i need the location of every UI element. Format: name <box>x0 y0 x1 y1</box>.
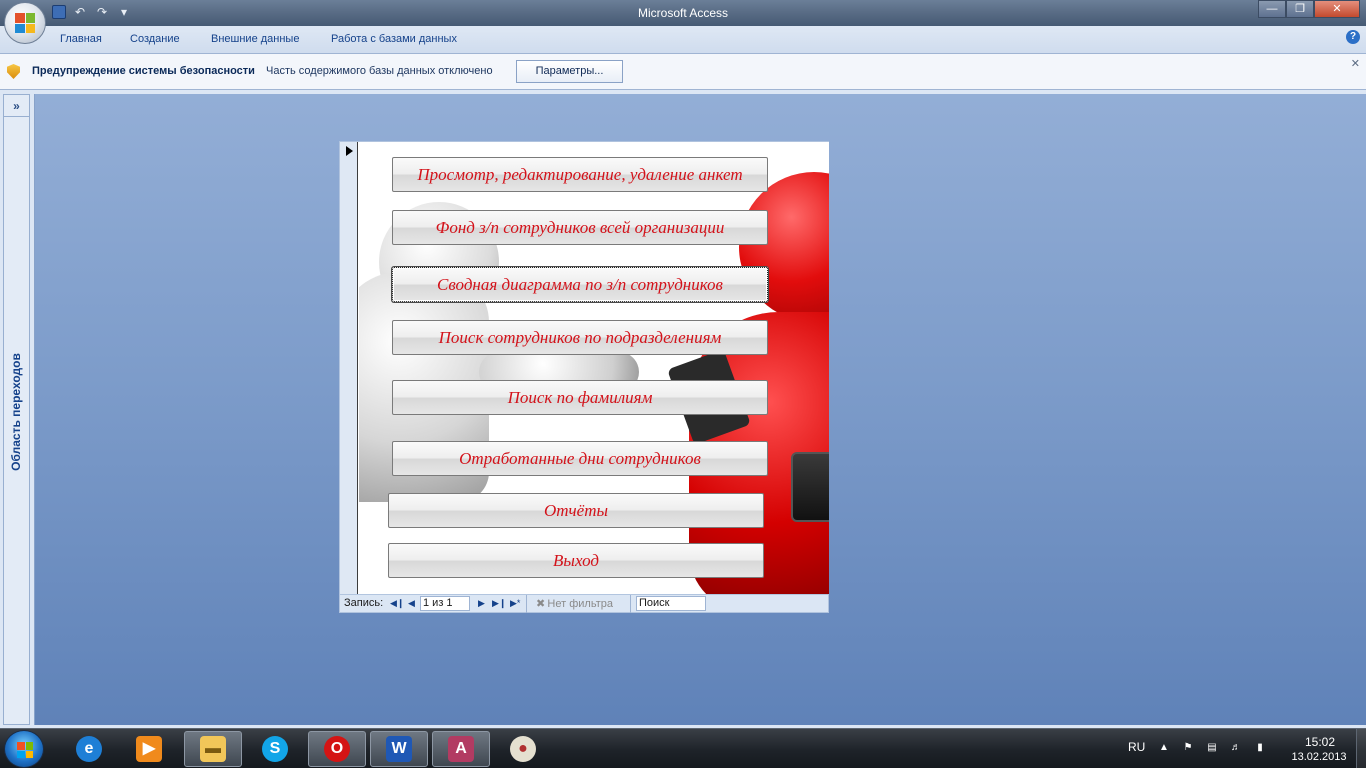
security-warning-bar: Предупреждение системы безопасности Част… <box>0 54 1366 90</box>
save-icon[interactable] <box>52 5 66 19</box>
previous-record-icon[interactable]: ◀ <box>408 598 415 609</box>
security-warning-message: Часть содержимого базы данных отключено <box>266 65 493 77</box>
worked-days-button[interactable]: Отработанные дни сотрудников <box>392 441 768 476</box>
show-hidden-icons-icon[interactable]: ▲ <box>1157 742 1171 754</box>
security-warning-title: Предупреждение системы безопасности <box>32 65 255 77</box>
media-player-icon: ▶ <box>136 736 162 762</box>
search-by-department-button[interactable]: Поиск сотрудников по подразделениям <box>392 320 768 355</box>
next-record-icon[interactable]: ▶ <box>478 598 485 609</box>
skype-icon: S <box>262 736 288 762</box>
briefcase-shape <box>791 452 829 522</box>
language-indicator[interactable]: RU <box>1128 740 1145 754</box>
customize-toolbar-icon[interactable]: ▾ <box>116 5 132 19</box>
redo-icon[interactable]: ↷ <box>94 5 110 19</box>
current-record-arrow-icon <box>346 146 353 156</box>
word-icon: W <box>386 736 412 762</box>
office-button[interactable] <box>4 2 46 44</box>
tab-home[interactable]: Главная <box>60 33 102 45</box>
show-desktop-button[interactable] <box>1356 729 1366 768</box>
salary-chart-button[interactable]: Сводная диаграмма по з/п сотрудников <box>392 267 768 302</box>
clock-time[interactable]: 15:02 <box>1290 735 1350 749</box>
taskbar-opera[interactable]: O <box>308 731 366 767</box>
taskbar-skype[interactable]: S <box>246 731 304 767</box>
last-record-icon[interactable]: ▶❙ <box>492 598 506 609</box>
shield-icon <box>7 64 20 79</box>
action-center-flag-icon[interactable]: ⚑ <box>1181 742 1195 754</box>
maximize-button[interactable]: ❐ <box>1286 0 1314 18</box>
first-record-icon[interactable]: ◀❙ <box>390 598 404 609</box>
separator <box>526 595 527 613</box>
options-button[interactable]: Параметры... <box>516 60 623 83</box>
paint-icon: ● <box>510 736 536 762</box>
separator <box>630 595 631 613</box>
navigation-pane-label: Область переходов <box>9 353 23 471</box>
office-logo-icon <box>15 13 35 33</box>
windows-logo-icon <box>17 742 33 758</box>
taskbar-word[interactable]: W <box>370 731 428 767</box>
window-title: Microsoft Access <box>637 6 729 20</box>
taskbar-access[interactable]: A <box>432 731 490 767</box>
folder-icon: ▬ <box>200 736 226 762</box>
volume-icon[interactable]: ♬ <box>1229 742 1243 754</box>
record-navigation-bar: Запись: ◀❙ ◀ 1 из 1 ▶ ▶❙ ▶* ✖ Нет фильтр… <box>340 594 828 613</box>
taskbar: e ▶ ▬ S O W A ● RU ▲ ⚑ ▤ ♬ ▮ 15:02 13.02… <box>0 728 1366 768</box>
taskbar-paint[interactable]: ● <box>494 731 552 767</box>
opera-icon: O <box>324 736 350 762</box>
undo-icon[interactable]: ↶ <box>72 5 88 19</box>
window-controls: — ❐ ✕ <box>1258 0 1360 18</box>
navigation-pane[interactable]: » Область переходов <box>3 94 30 725</box>
close-warning-icon[interactable]: ✕ <box>1351 57 1360 70</box>
access-icon: A <box>448 736 474 762</box>
ribbon-tabs: Главная Создание Внешние данные Работа с… <box>0 26 1366 54</box>
salary-fund-button[interactable]: Фонд з/п сотрудников всей организации <box>392 210 768 245</box>
expand-nav-pane-icon[interactable]: » <box>4 95 29 117</box>
no-filter-toggle[interactable]: ✖ Нет фильтра <box>536 597 613 610</box>
reports-button[interactable]: Отчёты <box>388 493 764 528</box>
quick-access-icons: ↶ ↷ ▾ <box>52 5 132 19</box>
current-record-field[interactable]: 1 из 1 <box>420 596 470 611</box>
network-icon[interactable]: ▤ <box>1205 742 1219 754</box>
exit-button[interactable]: Выход <box>388 543 764 578</box>
internet-explorer-icon: e <box>76 736 102 762</box>
filter-icon: ✖ <box>536 598 548 610</box>
search-input[interactable]: Поиск <box>636 596 706 611</box>
tab-database-tools[interactable]: Работа с базами данных <box>331 33 457 45</box>
view-edit-delete-forms-button[interactable]: Просмотр, редактирование, удаление анкет <box>392 157 768 192</box>
main-menu-form: Просмотр, редактирование, удаление анкет… <box>339 141 829 613</box>
tab-external-data[interactable]: Внешние данные <box>211 33 299 45</box>
clock-date[interactable]: 13.02.2013 <box>1282 751 1356 763</box>
record-label: Запись: <box>344 597 384 609</box>
taskbar-internet-explorer[interactable]: e <box>60 731 118 767</box>
power-icon[interactable]: ▮ <box>1253 742 1267 754</box>
tab-create[interactable]: Создание <box>130 33 180 45</box>
title-bar: Microsoft Access — ❐ ✕ <box>0 0 1366 26</box>
search-by-surname-button[interactable]: Поиск по фамилиям <box>392 380 768 415</box>
help-icon[interactable]: ? <box>1346 30 1360 44</box>
start-button[interactable] <box>4 730 44 768</box>
new-record-icon[interactable]: ▶* <box>510 598 520 609</box>
close-button[interactable]: ✕ <box>1314 0 1360 18</box>
taskbar-media-player[interactable]: ▶ <box>120 731 178 767</box>
minimize-button[interactable]: — <box>1258 0 1286 18</box>
no-filter-label: Нет фильтра <box>547 598 613 610</box>
record-selector[interactable] <box>340 142 358 594</box>
taskbar-file-explorer[interactable]: ▬ <box>184 731 242 767</box>
